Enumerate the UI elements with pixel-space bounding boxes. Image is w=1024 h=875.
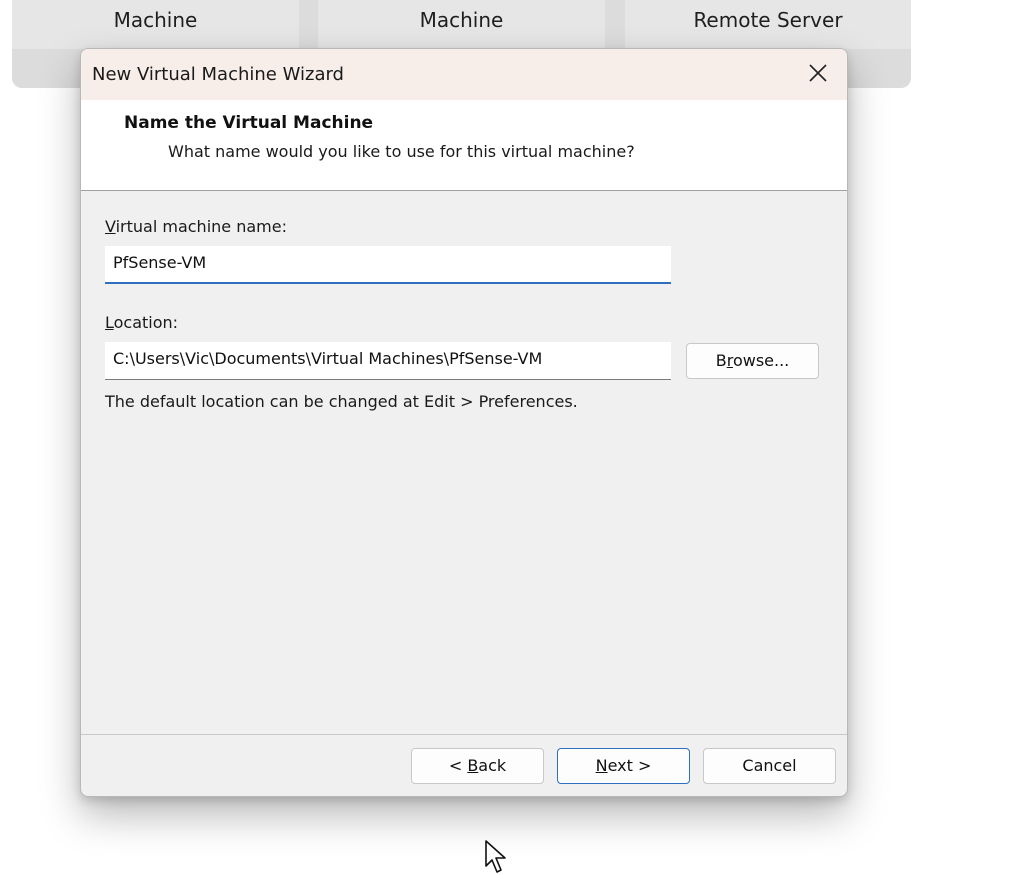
close-icon xyxy=(809,64,827,82)
next-button[interactable]: Next > xyxy=(557,748,690,784)
btn-text: ext > xyxy=(607,756,652,775)
tile-open-virtual-machine[interactable]: Machine xyxy=(318,0,605,49)
label-text: irtual machine name: xyxy=(115,217,287,236)
vm-name-input[interactable]: PfSense-VM xyxy=(105,246,671,284)
tile-label: Machine xyxy=(419,8,504,32)
location-label: Location: xyxy=(105,313,178,332)
dialog-title: New Virtual Machine Wizard xyxy=(92,64,344,85)
btn-text: ack xyxy=(478,756,507,775)
btn-text: owse... xyxy=(732,351,790,370)
accelerator-key: B xyxy=(467,756,479,775)
accelerator-key: L xyxy=(105,313,114,332)
tile-label: Remote Server xyxy=(693,8,843,32)
location-input[interactable]: C:\Users\Vic\Documents\Virtual Machines\… xyxy=(105,342,671,380)
wizard-header: Name the Virtual Machine What name would… xyxy=(81,100,847,191)
close-button[interactable] xyxy=(789,49,847,100)
wizard-step-subtitle: What name would you like to use for this… xyxy=(168,142,635,161)
new-vm-wizard-dialog: New Virtual Machine Wizard Name the Virt… xyxy=(80,48,848,797)
tile-label: Machine xyxy=(113,8,198,32)
back-button[interactable]: < Back xyxy=(411,748,544,784)
tile-connect-remote-server[interactable]: Remote Server xyxy=(625,0,911,49)
browse-button[interactable]: Browse... xyxy=(686,343,819,379)
mouse-pointer-icon xyxy=(485,840,506,873)
location-hint: The default location can be changed at E… xyxy=(105,392,578,411)
cancel-button[interactable]: Cancel xyxy=(703,748,836,784)
footer-divider xyxy=(81,734,847,735)
accelerator-key: V xyxy=(105,217,116,236)
btn-text: < xyxy=(448,756,468,775)
wizard-step-title: Name the Virtual Machine xyxy=(124,113,374,133)
btn-text: B xyxy=(715,351,727,370)
accelerator-key: N xyxy=(595,756,608,775)
tile-create-virtual-machine[interactable]: Machine xyxy=(12,0,299,49)
label-text: ocation: xyxy=(113,313,179,332)
vm-name-label: Virtual machine name: xyxy=(105,217,287,236)
dialog-titlebar[interactable]: New Virtual Machine Wizard xyxy=(81,49,847,100)
